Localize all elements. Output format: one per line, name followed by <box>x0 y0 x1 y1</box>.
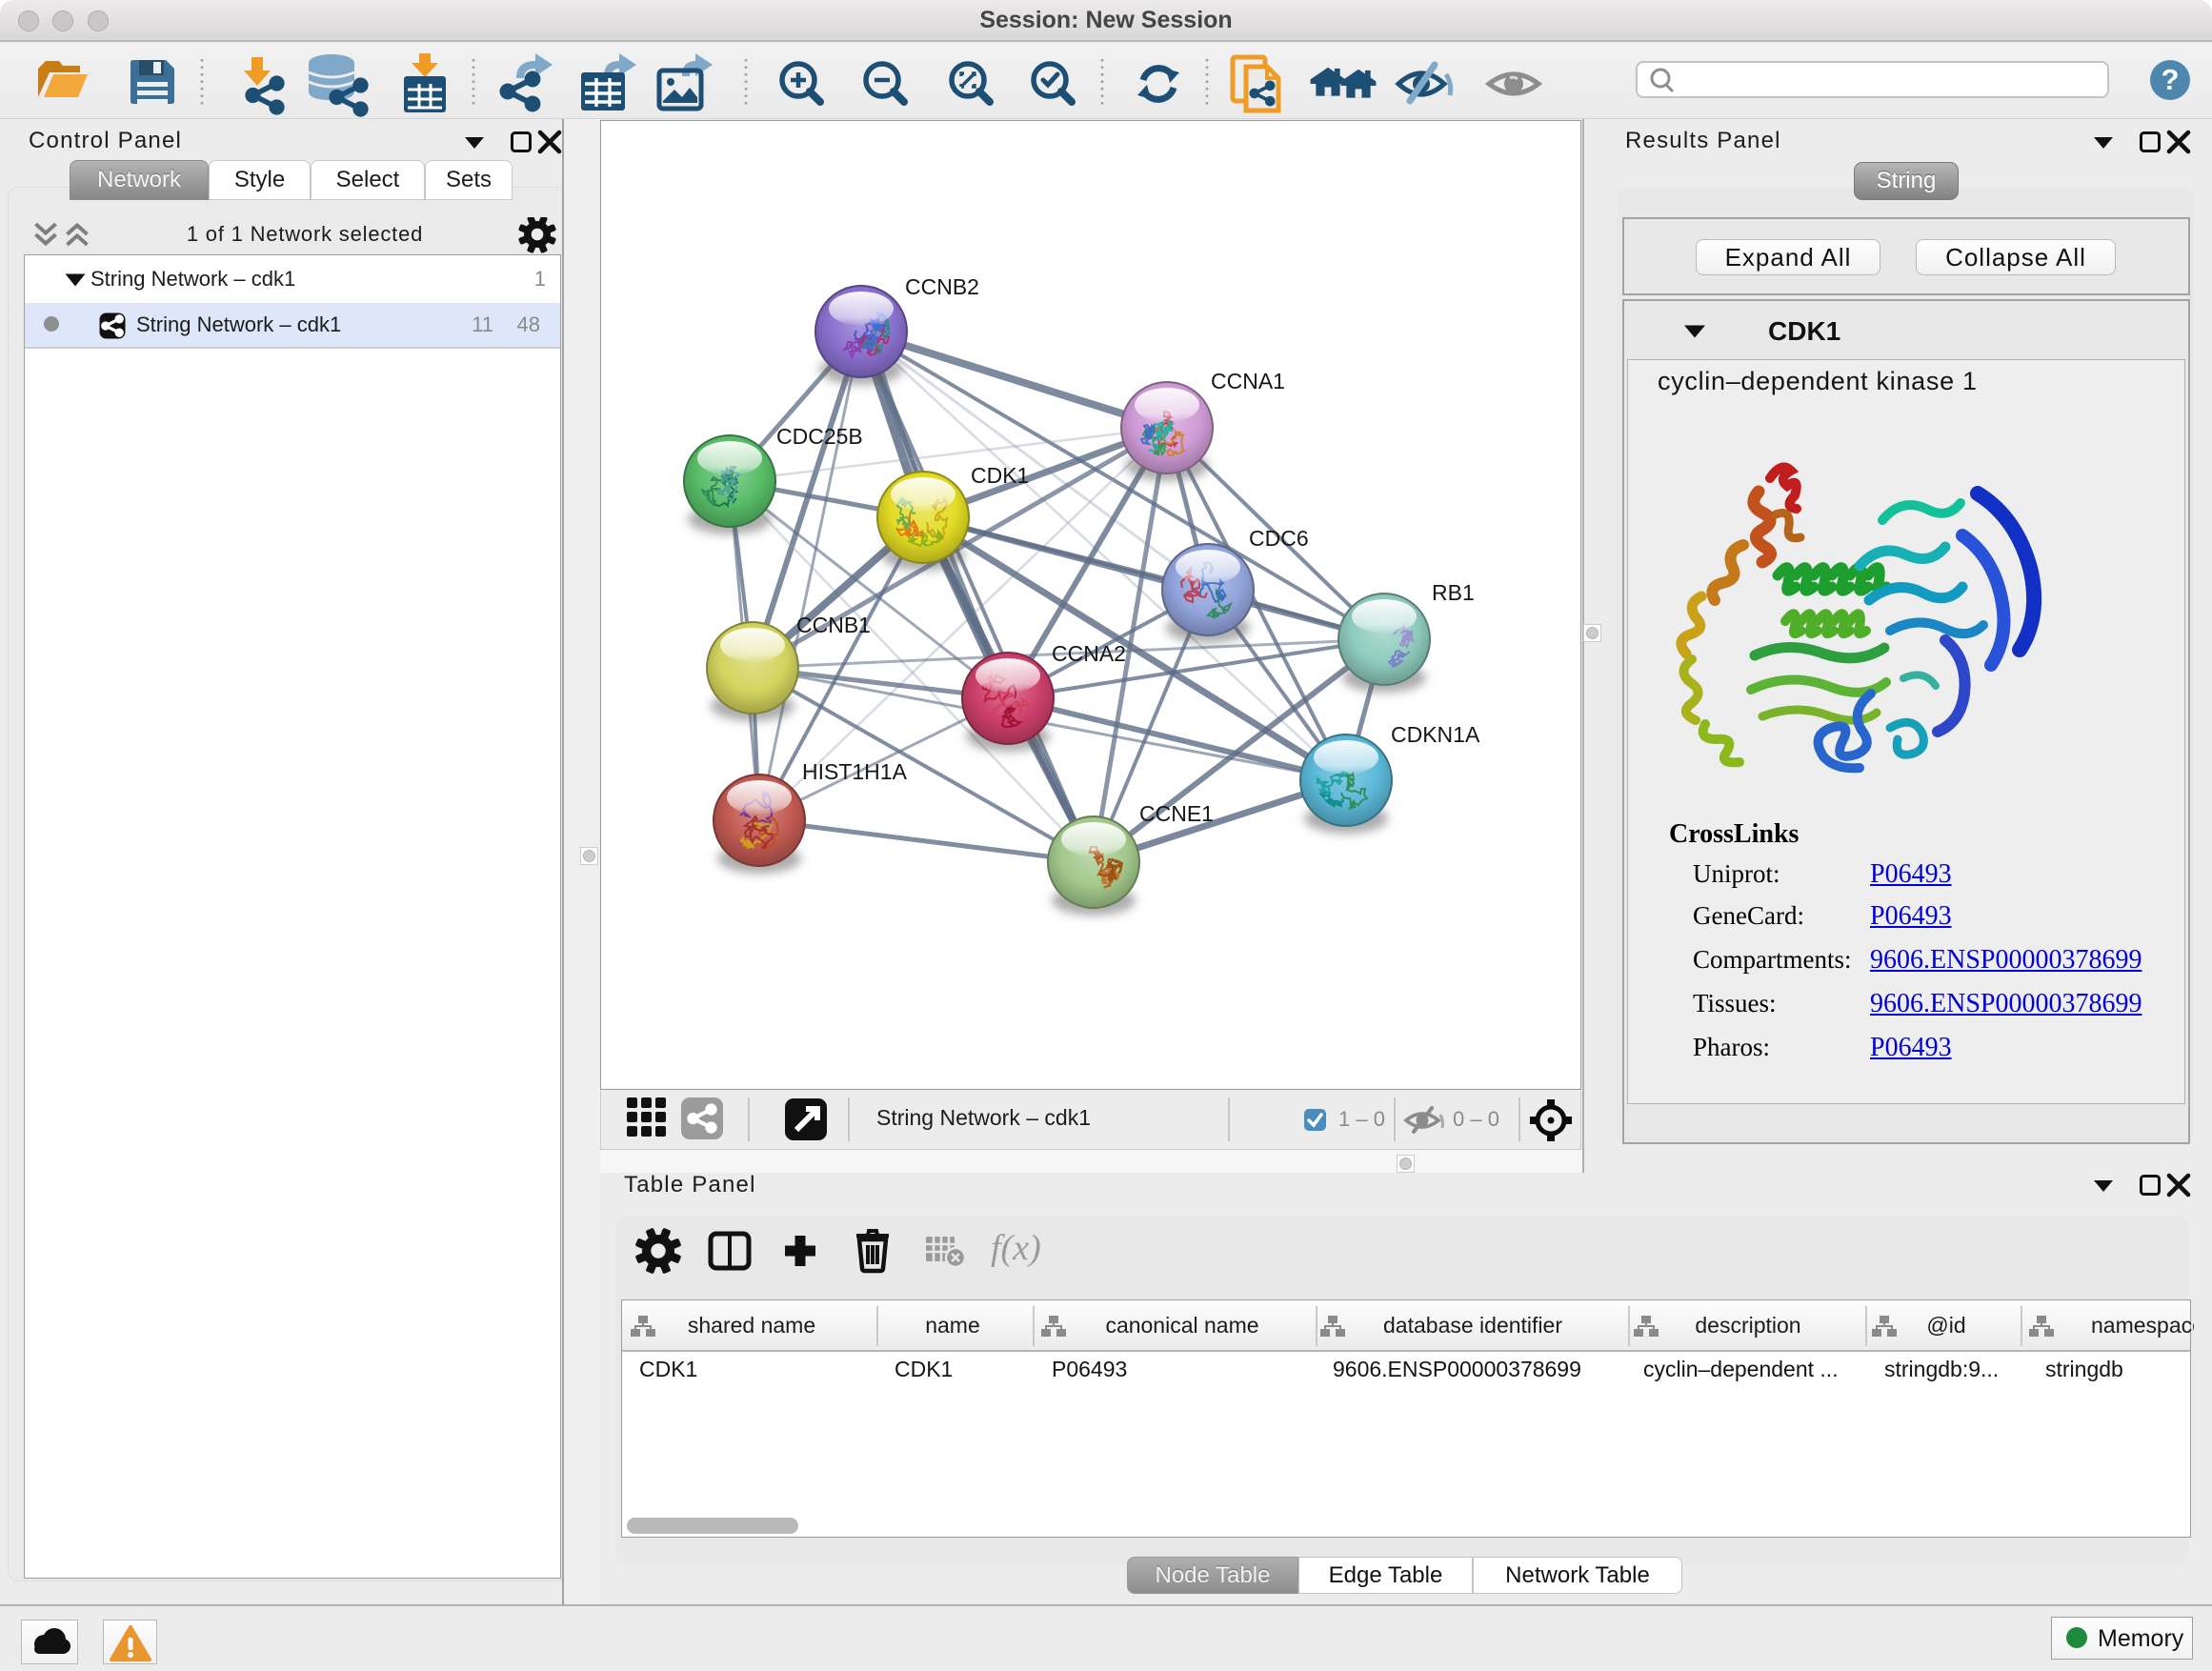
svg-text:HIST1H1A: HIST1H1A <box>802 759 908 784</box>
svg-text:CDC25B: CDC25B <box>776 424 863 449</box>
svg-text:CCNB1: CCNB1 <box>796 613 871 637</box>
svg-text:CCNA2: CCNA2 <box>1052 641 1126 666</box>
svg-text:RB1: RB1 <box>1432 580 1475 605</box>
svg-text:CDKN1A: CDKN1A <box>1391 722 1480 747</box>
svg-text:CCNA1: CCNA1 <box>1211 369 1285 393</box>
svg-text:CDC6: CDC6 <box>1249 526 1309 551</box>
svg-text:CCNB2: CCNB2 <box>905 274 979 299</box>
svg-text:CDK1: CDK1 <box>971 463 1029 488</box>
svg-text:CCNE1: CCNE1 <box>1139 801 1214 826</box>
